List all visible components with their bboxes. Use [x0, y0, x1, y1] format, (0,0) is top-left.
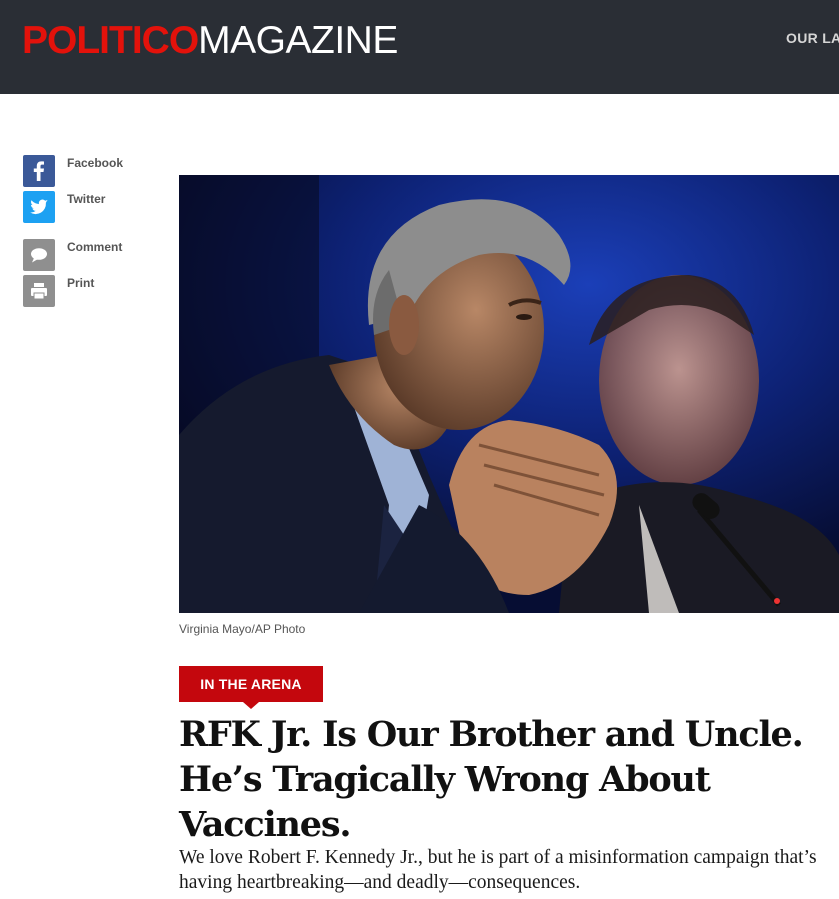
share-facebook-button[interactable]: Facebook	[23, 155, 123, 187]
category-tag[interactable]: IN THE ARENA	[179, 666, 323, 702]
facebook-icon	[23, 155, 55, 187]
comment-label: Comment	[67, 240, 123, 254]
print-icon	[23, 275, 55, 307]
print-label: Print	[67, 276, 95, 290]
twitter-icon	[23, 191, 55, 223]
logo-politico: POLITICO	[22, 19, 199, 62]
share-twitter-label: Twitter	[67, 192, 106, 206]
share-facebook-label: Facebook	[67, 156, 124, 170]
photo-credit: Virginia Mayo/AP Photo	[179, 622, 306, 636]
share-twitter-button[interactable]: Twitter	[23, 191, 123, 223]
lead-photo	[179, 175, 839, 613]
comment-icon	[23, 239, 55, 271]
article-dek: We love Robert F. Kennedy Jr., but he is…	[179, 847, 817, 893]
comment-button[interactable]: Comment	[23, 239, 123, 271]
lead-photo-illustration	[179, 175, 839, 613]
site-header: POLITICOMAGAZINE OUR LAT	[0, 0, 839, 94]
logo-magazine: MAGAZINE	[198, 19, 398, 62]
politico-magazine-logo[interactable]: POLITICO MAGAZINE	[22, 21, 398, 61]
nav-our-latest-link[interactable]: OUR LAT	[786, 30, 839, 46]
share-toolbar: Facebook Twitter Comment Print	[23, 155, 123, 311]
article-headline: RFK Jr. Is Our Brother and Uncle. He’s T…	[179, 714, 804, 845]
category-tag-notch	[243, 702, 259, 709]
print-button[interactable]: Print	[23, 275, 123, 307]
